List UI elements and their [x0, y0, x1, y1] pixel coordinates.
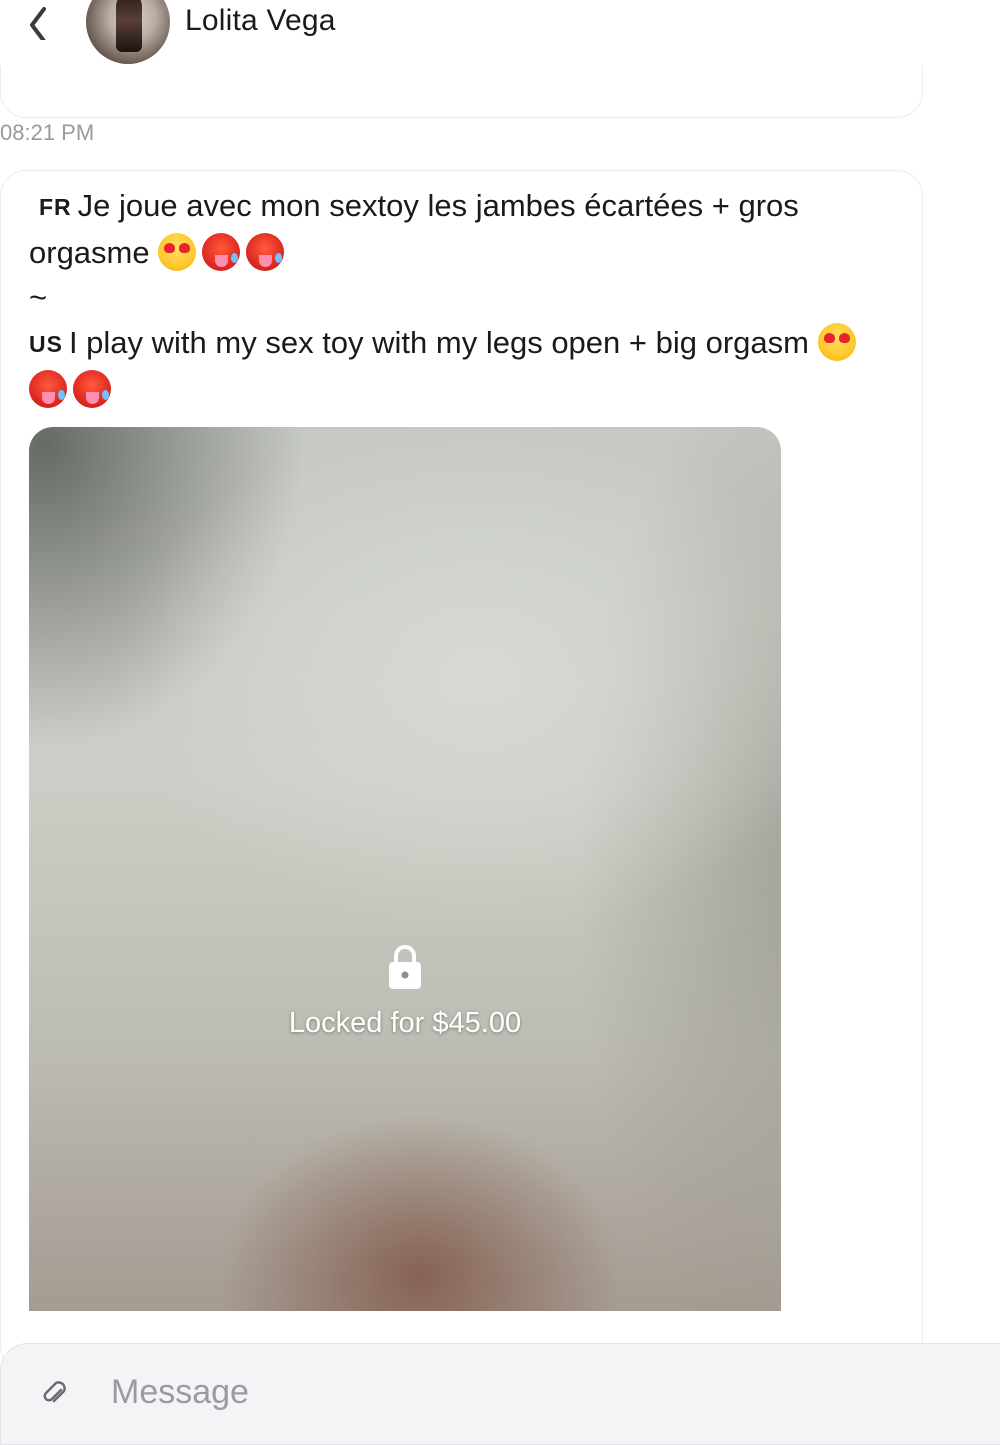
- hot-face-emoji-icon: [202, 233, 241, 271]
- chat-header: Lolita Vega: [0, 0, 1000, 66]
- message-line-fr: FR Je joue avec mon sextoy les jambes éca…: [29, 183, 899, 275]
- chevron-left-icon: [30, 7, 46, 40]
- lock-icon: [389, 945, 421, 989]
- avatar-photo: [116, 0, 142, 52]
- message-text-fr: Je joue avec mon sextoy les jambes écart…: [29, 188, 799, 270]
- back-button[interactable]: [18, 0, 58, 44]
- hot-face-emoji-icon: [246, 233, 285, 271]
- message-text: FR Je joue avec mon sextoy les jambes éca…: [29, 183, 899, 412]
- message-bubble: FR Je joue avec mon sextoy les jambes éca…: [0, 170, 923, 1372]
- message-line-us: US I play with my sex toy with my legs op…: [29, 320, 899, 412]
- heart-eyes-emoji-icon: [158, 233, 197, 271]
- flag-fr: FR: [39, 194, 72, 220]
- message-separator: ~: [29, 280, 48, 315]
- locked-price-label: Locked for $45.00: [288, 1007, 522, 1039]
- locked-media[interactable]: Locked for $45.00: [29, 427, 781, 1311]
- message-text-us: I play with my sex toy with my legs open…: [68, 325, 809, 360]
- avatar[interactable]: [86, 0, 170, 64]
- heart-eyes-emoji-icon: [817, 323, 856, 361]
- flag-us: US: [29, 331, 63, 357]
- lock-icon-wrap: [29, 943, 781, 996]
- hot-face-emoji-icon: [73, 370, 111, 408]
- contact-name[interactable]: Lolita Vega: [185, 4, 336, 38]
- message-timestamp: 08:21 PM: [0, 120, 95, 145]
- attach-button[interactable]: [41, 1380, 71, 1410]
- hot-face-emoji-icon: [29, 370, 67, 408]
- message-composer: [0, 1343, 1000, 1445]
- message-input[interactable]: [111, 1372, 811, 1412]
- paperclip-icon: [43, 1381, 66, 1403]
